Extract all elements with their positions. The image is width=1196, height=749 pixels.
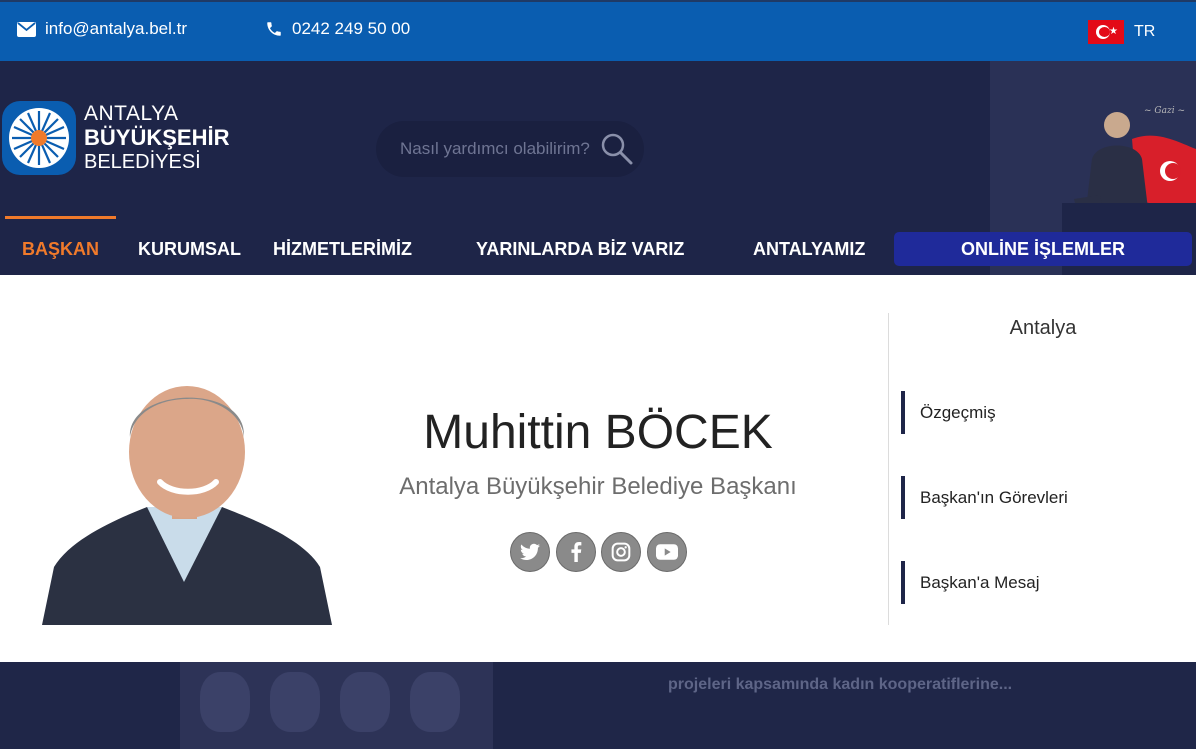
instagram-icon[interactable] xyxy=(601,532,641,572)
mayor-title: Antalya Büyükşehir Belediye Başkanı xyxy=(399,473,797,500)
phone-link[interactable]: 0242 249 50 00 xyxy=(265,19,410,39)
nav-item-antalyamiz[interactable]: ANTALYAMIZ xyxy=(753,239,865,260)
sidebar-title: Antalya xyxy=(1009,317,1077,339)
news-strip: projeleri kapsamında kadın kooperatifler… xyxy=(0,662,1196,749)
search-input[interactable] xyxy=(400,139,590,159)
mayor-portrait xyxy=(42,386,332,625)
logo-line-2: BÜYÜKŞEHİR xyxy=(84,125,230,150)
sidebar-link-ozgecmis[interactable]: Özgeçmiş xyxy=(901,391,1141,434)
email-link[interactable]: info@antalya.bel.tr xyxy=(17,19,187,39)
site-header: ANTALYA BÜYÜKŞEHİR BELEDİYESİ ~ Gazi ~ B… xyxy=(0,61,1196,275)
news-photo[interactable] xyxy=(180,662,493,749)
phone-icon xyxy=(267,22,281,36)
search-icon[interactable] xyxy=(600,132,634,166)
main-nav: BAŞKAN KURUMSAL HİZMETLERİMİZ YARINLARDA… xyxy=(0,216,1196,275)
turkey-flag-icon: ★ xyxy=(1088,20,1124,44)
twitter-icon[interactable] xyxy=(510,532,550,572)
nav-item-hizmetlerimiz[interactable]: HİZMETLERİMİZ xyxy=(273,239,412,260)
sidebar-link-gorevler[interactable]: Başkan'ın Görevleri xyxy=(901,476,1141,519)
svg-text:~ Gazi ~: ~ Gazi ~ xyxy=(1144,106,1185,116)
sidebar-divider xyxy=(888,313,889,625)
youtube-icon[interactable] xyxy=(646,532,687,572)
mayor-name: Muhittin BÖCEK xyxy=(423,406,773,459)
active-indicator xyxy=(5,216,116,219)
social-links xyxy=(510,532,692,572)
language-code: TR xyxy=(1134,23,1156,40)
logo-line-1: ANTALYA xyxy=(84,102,179,125)
phone-text: 0242 249 50 00 xyxy=(292,19,411,38)
envelope-icon xyxy=(17,21,36,37)
logo-line-3: BELEDİYESİ xyxy=(84,151,201,173)
mayor-panel: Muhittin BÖCEK Antalya Büyükşehir Beledi… xyxy=(0,275,1196,662)
top-bar: info@antalya.bel.tr 0242 249 50 00 ★ TR xyxy=(0,0,1196,61)
online-services-button[interactable]: ONLİNE İŞLEMLER xyxy=(894,232,1192,266)
sun-logo-icon xyxy=(0,99,78,177)
language-selector[interactable]: ★ TR xyxy=(1088,20,1155,44)
nav-item-yarinlarda[interactable]: YARINLARDA BİZ VARIZ xyxy=(476,239,684,260)
site-logo[interactable]: ANTALYA BÜYÜKŞEHİR BELEDİYESİ xyxy=(0,99,229,177)
facebook-icon[interactable] xyxy=(555,532,596,572)
nav-item-baskan[interactable]: BAŞKAN xyxy=(22,239,99,260)
email-text: info@antalya.bel.tr xyxy=(45,19,188,38)
news-caption[interactable]: projeleri kapsamında kadın kooperatifler… xyxy=(668,676,1012,694)
logo-text: ANTALYA BÜYÜKŞEHİR BELEDİYESİ xyxy=(84,102,229,174)
nav-item-kurumsal[interactable]: KURUMSAL xyxy=(138,239,241,260)
search-box xyxy=(376,121,644,177)
sidebar-link-mesaj[interactable]: Başkan'a Mesaj xyxy=(901,561,1141,604)
